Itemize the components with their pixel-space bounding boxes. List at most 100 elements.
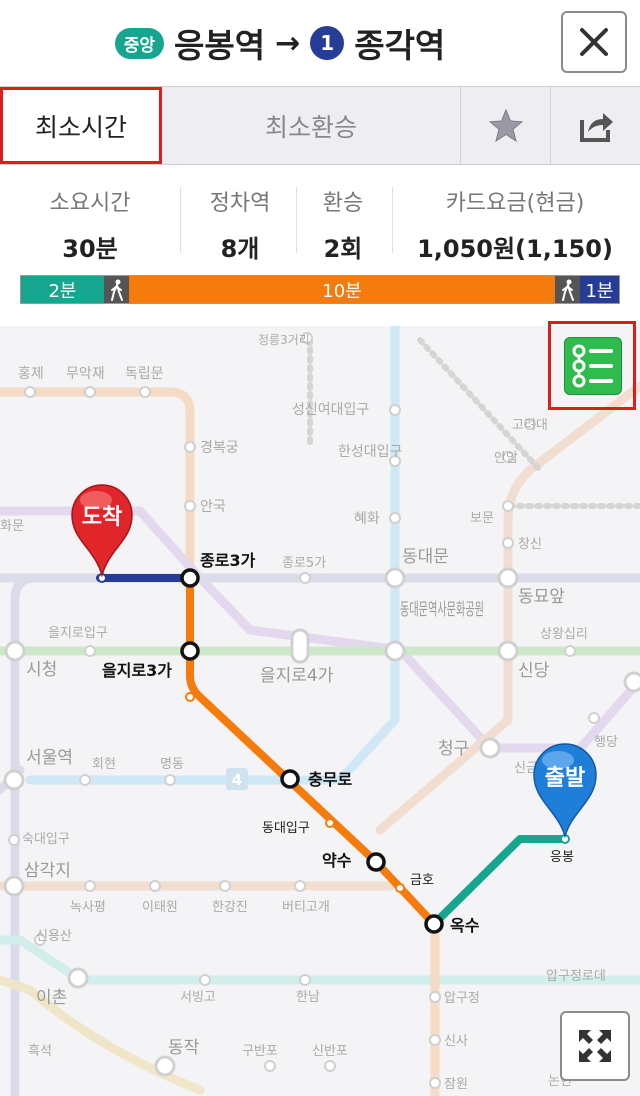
fare: 카드요금(현금) 1,050원(1,150) [400, 185, 630, 264]
route-timeline-bar: 2분 10분 1분 [20, 275, 620, 304]
star-icon [488, 108, 523, 142]
divider [180, 187, 181, 253]
line1-badge: 1 [310, 26, 345, 60]
station-label-oksu: 옥수 [450, 916, 480, 935]
divider [392, 187, 393, 253]
station-label: 성신여대입구 [292, 402, 369, 418]
station-label: 구반포 [242, 1044, 278, 1059]
station-label: 신당 [518, 661, 550, 681]
fullscreen-button[interactable] [560, 1011, 630, 1081]
subway-map-svg: 4 홍제 무악재 독립문 경복궁 안국 정릉3거리 성신여대입구 한성대입구 혜… [0, 326, 640, 1096]
share-icon [579, 112, 613, 142]
station-label: 한강진 [212, 900, 248, 915]
station-label: 동대문 [402, 547, 449, 567]
route-title: 중앙 응봉역 → 1 종각역 [0, 0, 560, 86]
stops: 정차역 8개 [190, 185, 290, 264]
station-label: 고려대 [512, 418, 548, 433]
share-button[interactable] [550, 87, 640, 164]
jungang-line-badge: 중앙 [114, 27, 164, 59]
header: 중앙 응봉역 → 1 종각역 [0, 0, 640, 87]
station-label: 시청 [26, 660, 57, 680]
station-label-eungbong: 응봉 [550, 850, 574, 865]
station-label: 종로5가 [282, 556, 326, 571]
transfers-value: 2회 [323, 235, 363, 263]
station-label: 서울역 [26, 748, 73, 768]
station-label: 정릉3거리 [258, 333, 310, 347]
station-label: 한남 [296, 990, 320, 1005]
jungang-bg [0, 935, 640, 985]
station-label: 신용산 [36, 929, 72, 944]
station-label-geumho: 금호 [410, 873, 434, 888]
station-label: 을지로4가 [260, 666, 334, 686]
station-label: 이촌 [36, 988, 67, 1008]
station-label: 창신 [518, 537, 542, 552]
station-label-dongdaeipgu: 동대입구 [262, 821, 310, 836]
from-station: 응봉역 [173, 26, 266, 65]
timeline-segment-line3: 10분 [129, 276, 555, 303]
arrival-pin-label: 도착 [82, 505, 122, 530]
bg-stations [3, 332, 640, 1089]
station-label: 상왕십리 [540, 627, 588, 642]
travel-time-value: 30분 [62, 235, 118, 263]
travel-time: 소요시간 30분 [30, 185, 150, 264]
close-button[interactable] [561, 11, 627, 73]
line4-marker-label: 4 [232, 771, 242, 789]
expand-icon [579, 1030, 611, 1062]
station-label: 한성대입구 [338, 444, 403, 460]
to-station: 종각역 [354, 26, 446, 65]
station-label: 청구 [438, 739, 469, 759]
timeline-segment-jungang: 2분 [21, 276, 104, 303]
favorite-button[interactable] [460, 87, 550, 164]
route-list-highlight [548, 321, 636, 410]
route-list-button[interactable] [564, 337, 622, 395]
station-label: 회현 [92, 757, 116, 772]
departure-pin[interactable]: 출발 [533, 743, 597, 839]
station-label: 동대문역사문화공원 [400, 600, 484, 620]
station-list-icon [572, 344, 613, 388]
station-label: 동작 [168, 1038, 200, 1058]
subway-map[interactable]: 4 홍제 무악재 독립문 경복궁 안국 정릉3거리 성신여대입구 한성대입구 혜… [0, 326, 640, 1096]
walking-icon [561, 279, 574, 301]
station-label: 삼각지 [24, 861, 71, 881]
station-label: 보문 [470, 511, 494, 526]
departure-pin-label: 출발 [545, 766, 585, 791]
station-label: 혜화 [354, 511, 380, 527]
station-label: 압구정로데 [546, 969, 606, 984]
station-label: 홍제 [18, 366, 44, 382]
station-label: 버티고개 [282, 900, 330, 915]
station-label: 흑석 [28, 1044, 52, 1059]
station-label: 신사 [444, 1034, 468, 1049]
station-label-chungmuro: 충무로 [308, 770, 352, 789]
transfers: 환승 2회 [300, 185, 386, 264]
station-label: 신반포 [312, 1044, 348, 1059]
station-label: 이태원 [142, 900, 178, 915]
walk-segment [555, 276, 580, 303]
route-jungang [430, 835, 569, 928]
station-label-yaksu: 약수 [322, 851, 352, 870]
station-label: 녹사평 [70, 900, 106, 915]
walking-icon [110, 279, 123, 301]
tab-min-transfer[interactable]: 최소환승 [162, 87, 460, 164]
route-summary: 소요시간 30분 정차역 8개 환승 2회 카드요금(현금) 1,050원(1,… [0, 165, 640, 326]
station-label: 행당 [594, 734, 618, 750]
travel-time-label: 소요시간 [49, 191, 131, 216]
fare-label: 카드요금(현금) [445, 191, 585, 216]
tab-min-time[interactable]: 최소시간 [0, 87, 162, 164]
station-label: 서빙고 [180, 990, 216, 1005]
station-label-euljiro3ga: 을지로3가 [102, 661, 172, 680]
station-label: 을지로입구 [48, 626, 108, 641]
timeline-segment-line1: 1분 [580, 276, 619, 303]
route-small-labels: 동대입구 금호 응봉 [262, 821, 574, 888]
station-label: 안암 [494, 451, 518, 466]
arrival-pin[interactable]: 도착 [71, 484, 133, 578]
transfers-label: 환승 [322, 191, 364, 216]
walk-segment [104, 276, 129, 303]
route-tabs: 최소시간 최소환승 [0, 87, 640, 165]
route-stations [180, 568, 444, 934]
station-label: 경복궁 [200, 440, 239, 456]
stops-value: 8개 [220, 235, 260, 263]
fare-value: 1,050원(1,150) [417, 235, 613, 263]
stops-label: 정차역 [209, 191, 271, 216]
station-label: 잠원 [444, 1077, 468, 1092]
station-label: 동묘앞 [518, 587, 565, 607]
